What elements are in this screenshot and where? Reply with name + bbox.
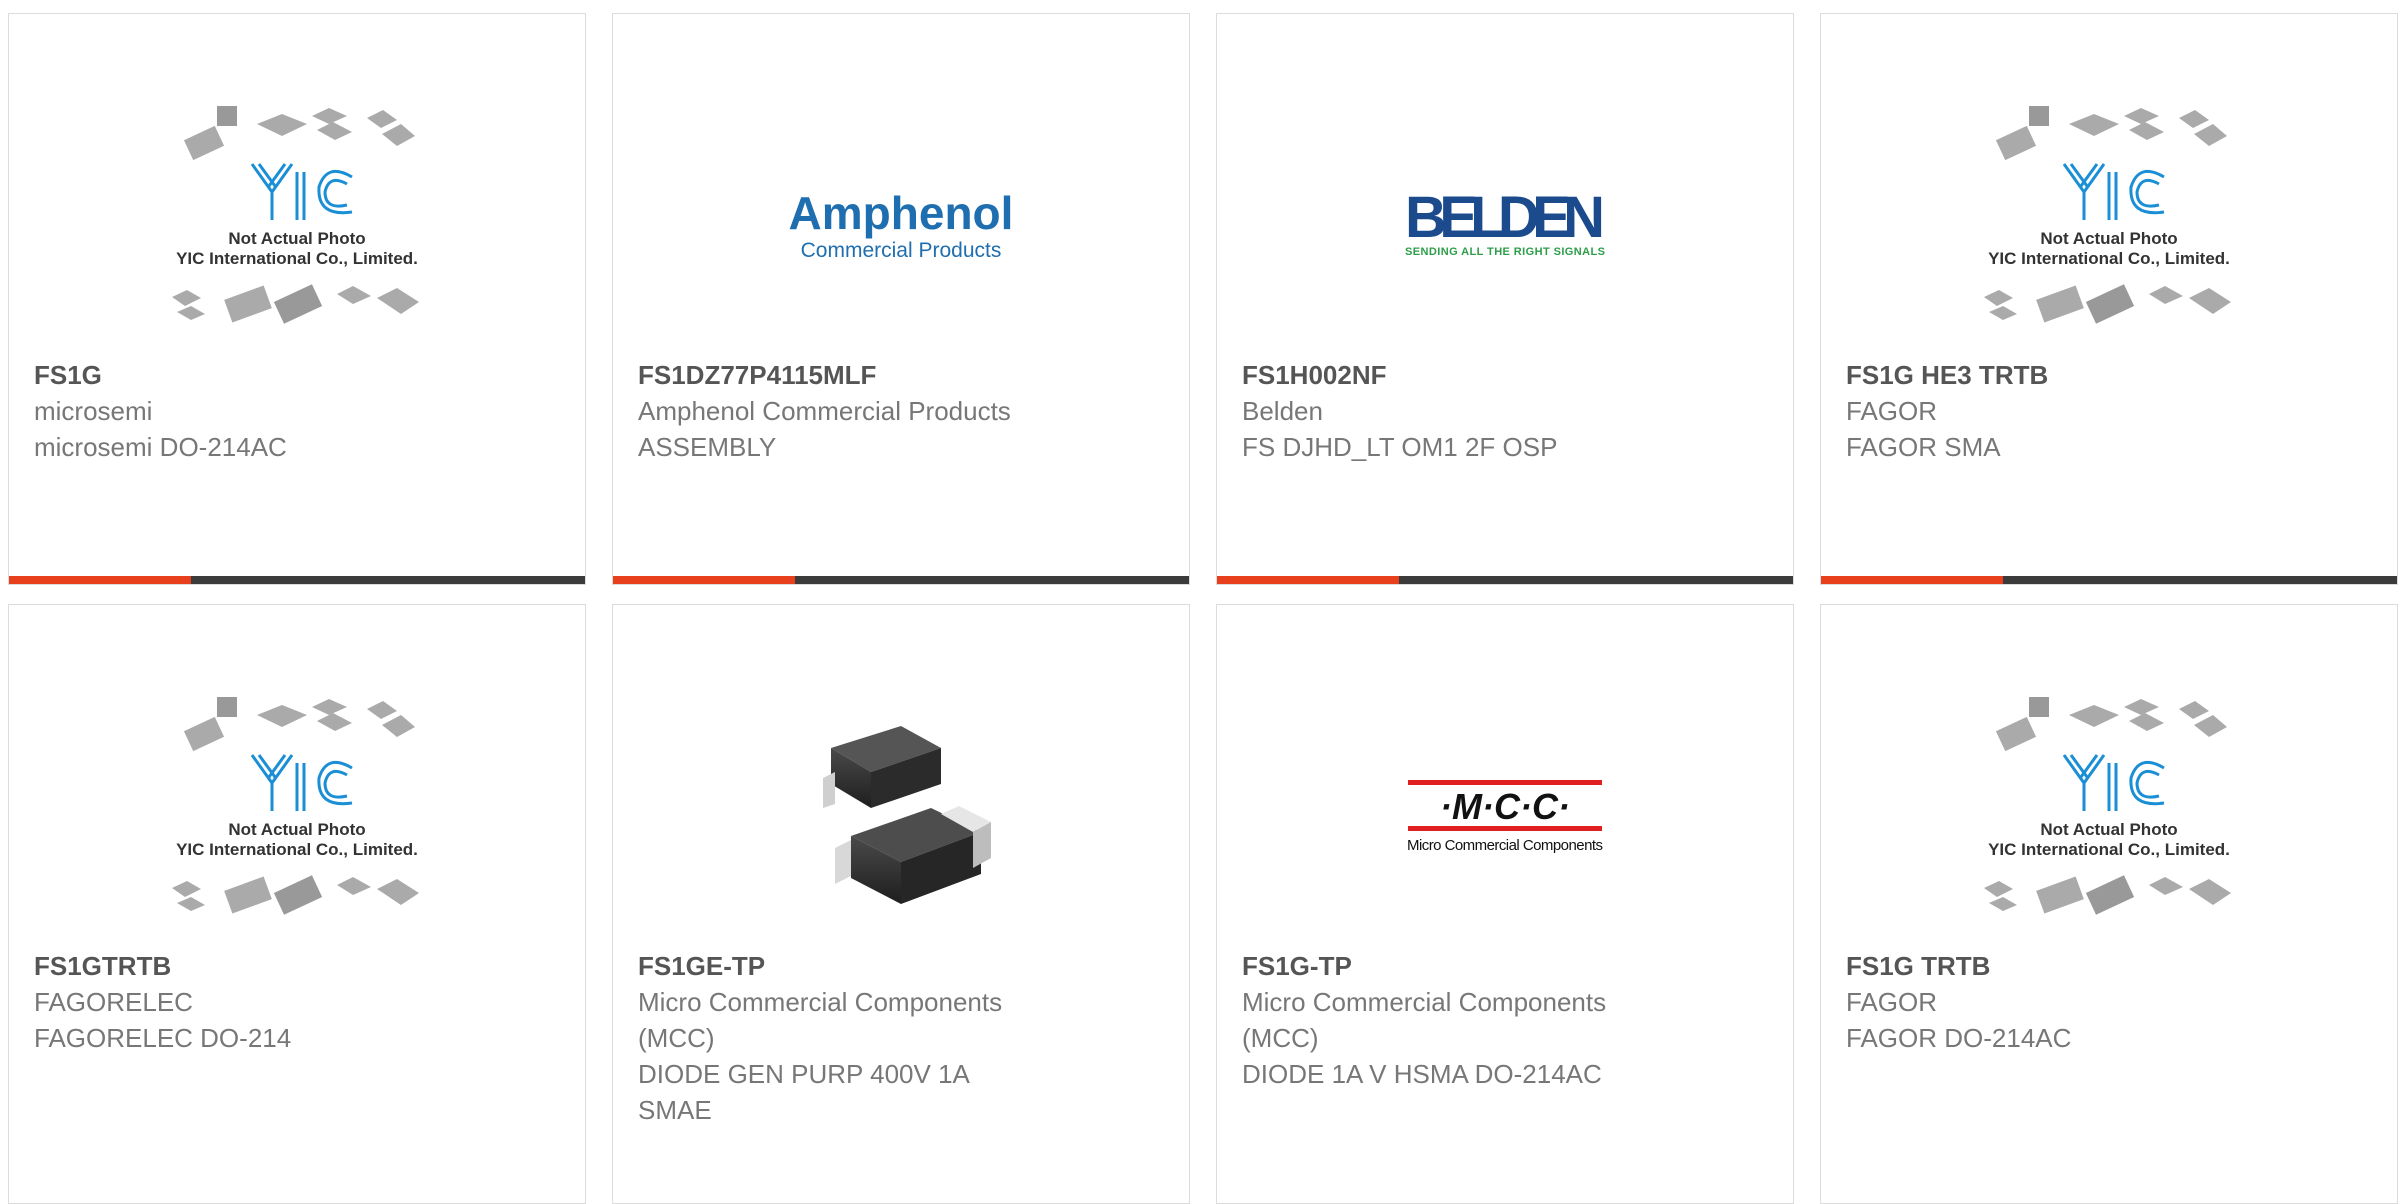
manufacturer: Micro Commercial Components (MCC) (638, 987, 1003, 1053)
card-bottom-bar (613, 576, 1189, 584)
description: FAGOR DO-214AC (1846, 1023, 2072, 1053)
svg-text:·M·C·C·: ·M·C·C· (1440, 786, 1570, 827)
part-number[interactable]: FS1G (34, 357, 445, 393)
amphenol-logo: Amphenol Commercial Products (751, 92, 1051, 362)
svg-text:BELDEN: BELDEN (1405, 185, 1605, 250)
product-info: FS1G HE3 TRTB FAGOR FAGOR SMA (1846, 357, 2257, 465)
part-number[interactable]: FS1GTRTB (34, 948, 445, 984)
product-info: FS1H002NF Belden FS DJHD_LT OM1 2F OSP (1242, 357, 1653, 465)
card-bottom-bar (9, 576, 585, 584)
part-number[interactable]: FS1DZ77P4115MLF (638, 357, 1049, 393)
description: ASSEMBLY (638, 432, 777, 462)
yic-placeholder-icon: Not Actual Photo YIC International Co., … (147, 683, 447, 953)
smd-diode-photo (751, 683, 1051, 953)
product-info: FS1GE-TP Micro Commercial Components (MC… (638, 948, 1049, 1128)
product-card[interactable]: Amphenol Commercial Products FS1DZ77P411… (612, 13, 1190, 585)
part-number[interactable]: FS1H002NF (1242, 357, 1653, 393)
product-info: FS1DZ77P4115MLF Amphenol Commercial Prod… (638, 357, 1049, 465)
svg-text:YIC International Co., Limited: YIC International Co., Limited. (1988, 840, 2230, 859)
product-info: FS1G TRTB FAGOR FAGOR DO-214AC (1846, 948, 2257, 1056)
product-info: FS1GTRTB FAGORELEC FAGORELEC DO-214 (34, 948, 445, 1056)
card-bottom-bar (1217, 576, 1793, 584)
svg-text:Amphenol: Amphenol (789, 187, 1014, 239)
manufacturer: FAGOR (1846, 987, 1938, 1017)
product-card[interactable]: Not Actual Photo YIC International Co., … (1820, 604, 2398, 1204)
product-card[interactable]: ·M·C·C· Micro Commercial Components FS1G… (1216, 604, 1794, 1204)
card-accent-bar (1217, 576, 1399, 584)
product-card[interactable]: FS1GE-TP Micro Commercial Components (MC… (612, 604, 1190, 1204)
svg-text:Micro Commercial Components: Micro Commercial Components (1407, 837, 1603, 854)
card-accent-bar (9, 576, 191, 584)
svg-text:YIC International Co., Limited: YIC International Co., Limited. (176, 249, 418, 268)
description: DIODE 1A V HSMA DO-214AC (1242, 1059, 1602, 1089)
yic-placeholder-icon: Not Actual Photo YIC International Co., … (1959, 92, 2259, 362)
description: FAGORELEC DO-214 (34, 1023, 292, 1053)
svg-text:Not Actual Photo: Not Actual Photo (2040, 229, 2177, 248)
product-info: FS1G microsemi microsemi DO-214AC (34, 357, 445, 465)
product-card[interactable]: Not Actual Photo YIC International Co., … (8, 604, 586, 1204)
manufacturer: Amphenol Commercial Products (638, 396, 1011, 426)
product-grid: Not Actual Photo YIC International Co., … (0, 0, 2400, 1204)
product-info: FS1G-TP Micro Commercial Components (MCC… (1242, 948, 1653, 1092)
part-number[interactable]: FS1GE-TP (638, 948, 1049, 984)
svg-text:Commercial Products: Commercial Products (801, 239, 1002, 262)
description: microsemi DO-214AC (34, 432, 287, 462)
svg-text:Not Actual Photo: Not Actual Photo (228, 229, 365, 248)
card-bottom-bar (1821, 576, 2397, 584)
description: FS DJHD_LT OM1 2F OSP (1242, 432, 1558, 462)
svg-text:Not Actual Photo: Not Actual Photo (2040, 820, 2177, 839)
manufacturer: Micro Commercial Components (MCC) (1242, 987, 1607, 1053)
yic-placeholder-icon: Not Actual Photo YIC International Co., … (1959, 683, 2259, 953)
product-card[interactable]: Not Actual Photo YIC International Co., … (1820, 13, 2398, 585)
mcc-logo: ·M·C·C· Micro Commercial Components (1355, 683, 1655, 953)
svg-text:YIC International Co., Limited: YIC International Co., Limited. (176, 840, 418, 859)
card-accent-bar (613, 576, 795, 584)
part-number[interactable]: FS1G HE3 TRTB (1846, 357, 2257, 393)
svg-text:Not Actual Photo: Not Actual Photo (228, 820, 365, 839)
manufacturer: FAGOR (1846, 396, 1938, 426)
part-number[interactable]: FS1G-TP (1242, 948, 1653, 984)
yic-placeholder-icon: Not Actual Photo YIC International Co., … (147, 92, 447, 362)
svg-text:YIC International Co., Limited: YIC International Co., Limited. (1988, 249, 2230, 268)
description: DIODE GEN PURP 400V 1A SMAE (638, 1059, 969, 1125)
description: FAGOR SMA (1846, 432, 2001, 462)
product-card[interactable]: Not Actual Photo YIC International Co., … (8, 13, 586, 585)
manufacturer: FAGORELEC (34, 987, 193, 1017)
manufacturer: Belden (1242, 396, 1323, 426)
manufacturer: microsemi (34, 396, 153, 426)
part-number[interactable]: FS1G TRTB (1846, 948, 2257, 984)
belden-logo: BELDEN SENDING ALL THE RIGHT SIGNALS (1355, 92, 1655, 362)
card-accent-bar (1821, 576, 2003, 584)
svg-text:SENDING ALL THE RIGHT SIGNALS: SENDING ALL THE RIGHT SIGNALS (1405, 246, 1605, 258)
product-card[interactable]: BELDEN SENDING ALL THE RIGHT SIGNALS FS1… (1216, 13, 1794, 585)
